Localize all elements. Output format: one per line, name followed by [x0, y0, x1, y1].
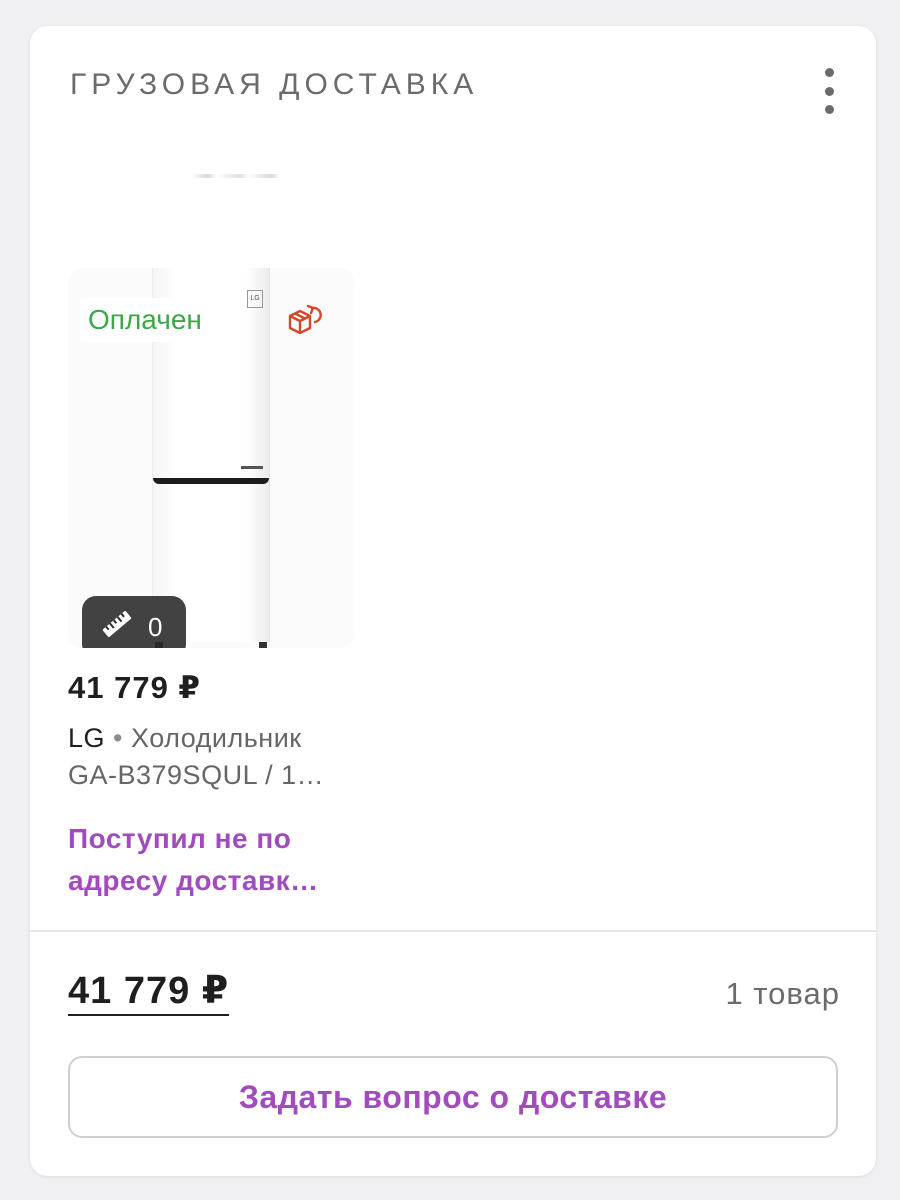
- more-vertical-icon-dot: [824, 86, 834, 96]
- items-count: 1 товар: [725, 976, 840, 1011]
- card-title: ГРУЗОВАЯ ДОСТАВКА: [70, 68, 479, 101]
- fridge-handle: [153, 478, 269, 484]
- total-price-link[interactable]: 41 779 ₽: [68, 970, 230, 1016]
- product-card[interactable]: LG Оплачен 0 41 779 ₽ LG • Холодильник G…: [68, 268, 354, 902]
- product-name-line1: LG • Холодильник: [68, 720, 354, 757]
- payment-status-badge: Оплачен: [80, 298, 210, 342]
- name-separator: •: [113, 723, 123, 753]
- delivery-status-line1: Поступил не по: [68, 823, 292, 854]
- delivery-status-line2: адресу доставк…: [68, 865, 319, 896]
- product-model: GA-B379SQUL / 1…: [68, 760, 325, 790]
- measure-chip[interactable]: 0: [82, 596, 186, 648]
- delivery-status: Поступил не по адресу доставк…: [68, 818, 354, 902]
- measure-count: 0: [148, 611, 163, 642]
- delivery-card: ГРУЗОВАЯ ДОСТАВКА LG Оплачен 0 41 779 ₽ …: [30, 26, 876, 1176]
- product-price: 41 779 ₽: [68, 670, 201, 705]
- brand-logo-mark: LG: [247, 290, 263, 308]
- more-options-button[interactable]: [814, 68, 844, 114]
- ask-delivery-question-button[interactable]: Задать вопрос о доставке: [68, 1056, 838, 1138]
- more-vertical-icon-dot: [824, 105, 834, 114]
- fridge-foot: [259, 642, 267, 648]
- footer-divider: [30, 930, 876, 932]
- more-vertical-icon: [824, 68, 834, 77]
- faded-text-remnant: [190, 174, 280, 178]
- product-category: Холодильник: [131, 723, 302, 753]
- ruler-icon: [100, 607, 134, 648]
- product-name[interactable]: LG • Холодильник GA-B379SQUL / 1…: [68, 720, 354, 794]
- fridge-panel: [241, 466, 263, 469]
- box-return-icon: [286, 302, 326, 338]
- product-brand: LG: [68, 723, 106, 753]
- product-image[interactable]: LG Оплачен 0: [68, 268, 354, 648]
